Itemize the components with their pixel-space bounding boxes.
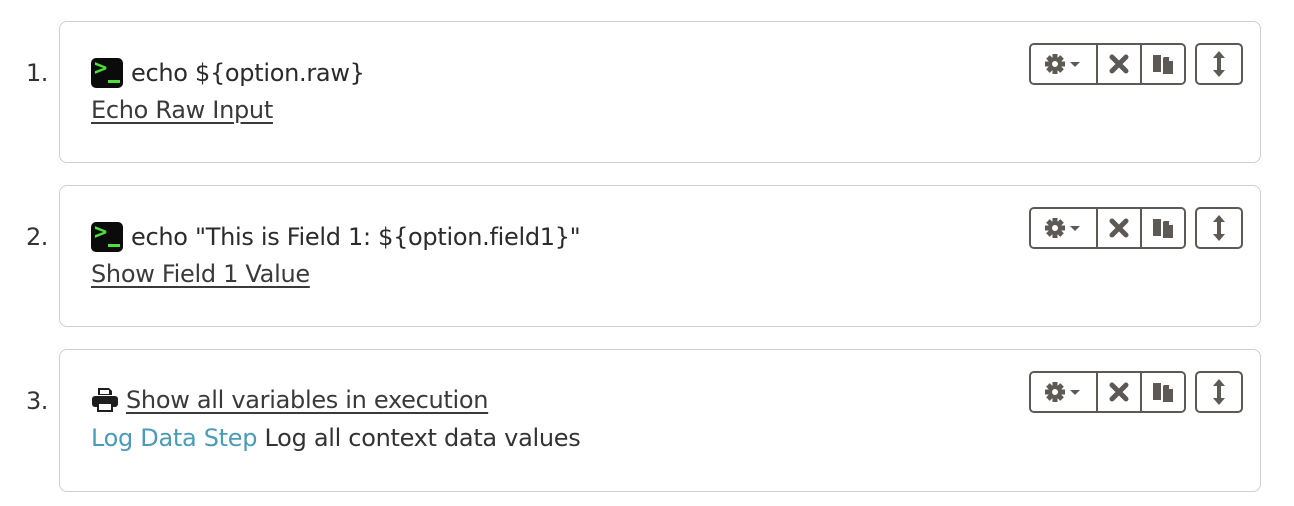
step-toolbar xyxy=(1029,207,1243,249)
vertical-arrows-icon xyxy=(1213,51,1225,77)
delete-step-button[interactable] xyxy=(1096,209,1140,247)
step-card[interactable]: > echo ${option.raw} Echo Raw Input xyxy=(59,21,1261,163)
gear-icon xyxy=(1044,54,1080,74)
delete-step-button[interactable] xyxy=(1096,45,1140,83)
move-step-button[interactable] xyxy=(1195,207,1243,249)
step-actions-group xyxy=(1029,207,1186,249)
step-description-line: Show Field 1 Value xyxy=(91,260,310,288)
step-number: 3. xyxy=(26,387,48,415)
terminal-icon: > xyxy=(91,56,123,88)
copy-icon xyxy=(1153,219,1173,238)
close-icon xyxy=(1109,218,1129,238)
step-plugin-line: Log Data Step Log all context data value… xyxy=(91,424,581,452)
close-icon xyxy=(1109,382,1129,402)
settings-dropdown-button[interactable] xyxy=(1031,373,1096,411)
step-card[interactable]: Show all variables in execution Log Data… xyxy=(59,349,1261,492)
step-description-link[interactable]: Show all variables in execution xyxy=(126,386,488,414)
move-step-button[interactable] xyxy=(1195,371,1243,413)
plugin-name: Log Data Step xyxy=(91,424,258,452)
step-number: 1. xyxy=(26,59,48,87)
copy-icon xyxy=(1153,383,1173,402)
step-title-line: Show all variables in execution xyxy=(91,386,488,414)
move-step-button[interactable] xyxy=(1195,43,1243,85)
step-actions-group xyxy=(1029,371,1186,413)
vertical-arrows-icon xyxy=(1213,379,1225,405)
step-command-line: > echo "This is Field 1: ${option.field1… xyxy=(91,220,581,252)
step-number: 2. xyxy=(26,223,48,251)
duplicate-step-button[interactable] xyxy=(1140,209,1184,247)
terminal-icon: > xyxy=(91,220,123,252)
close-icon xyxy=(1109,54,1129,74)
step-actions-group xyxy=(1029,43,1186,85)
settings-dropdown-button[interactable] xyxy=(1031,209,1096,247)
step-command: echo ${option.raw} xyxy=(131,59,365,87)
vertical-arrows-icon xyxy=(1213,215,1225,241)
plugin-description: Log all context data values xyxy=(264,424,581,452)
step-toolbar xyxy=(1029,371,1243,413)
step-description-link[interactable]: Echo Raw Input xyxy=(91,96,273,124)
print-icon xyxy=(92,388,118,412)
step-description-link[interactable]: Show Field 1 Value xyxy=(91,260,310,288)
gear-icon xyxy=(1044,382,1080,402)
duplicate-step-button[interactable] xyxy=(1140,373,1184,411)
step-description-line: Echo Raw Input xyxy=(91,96,273,124)
step-command-line: > echo ${option.raw} xyxy=(91,56,365,88)
step-card[interactable]: > echo "This is Field 1: ${option.field1… xyxy=(59,185,1261,327)
settings-dropdown-button[interactable] xyxy=(1031,45,1096,83)
delete-step-button[interactable] xyxy=(1096,373,1140,411)
gear-icon xyxy=(1044,218,1080,238)
step-toolbar xyxy=(1029,43,1243,85)
duplicate-step-button[interactable] xyxy=(1140,45,1184,83)
step-command: echo "This is Field 1: ${option.field1}" xyxy=(131,223,581,251)
copy-icon xyxy=(1153,55,1173,74)
